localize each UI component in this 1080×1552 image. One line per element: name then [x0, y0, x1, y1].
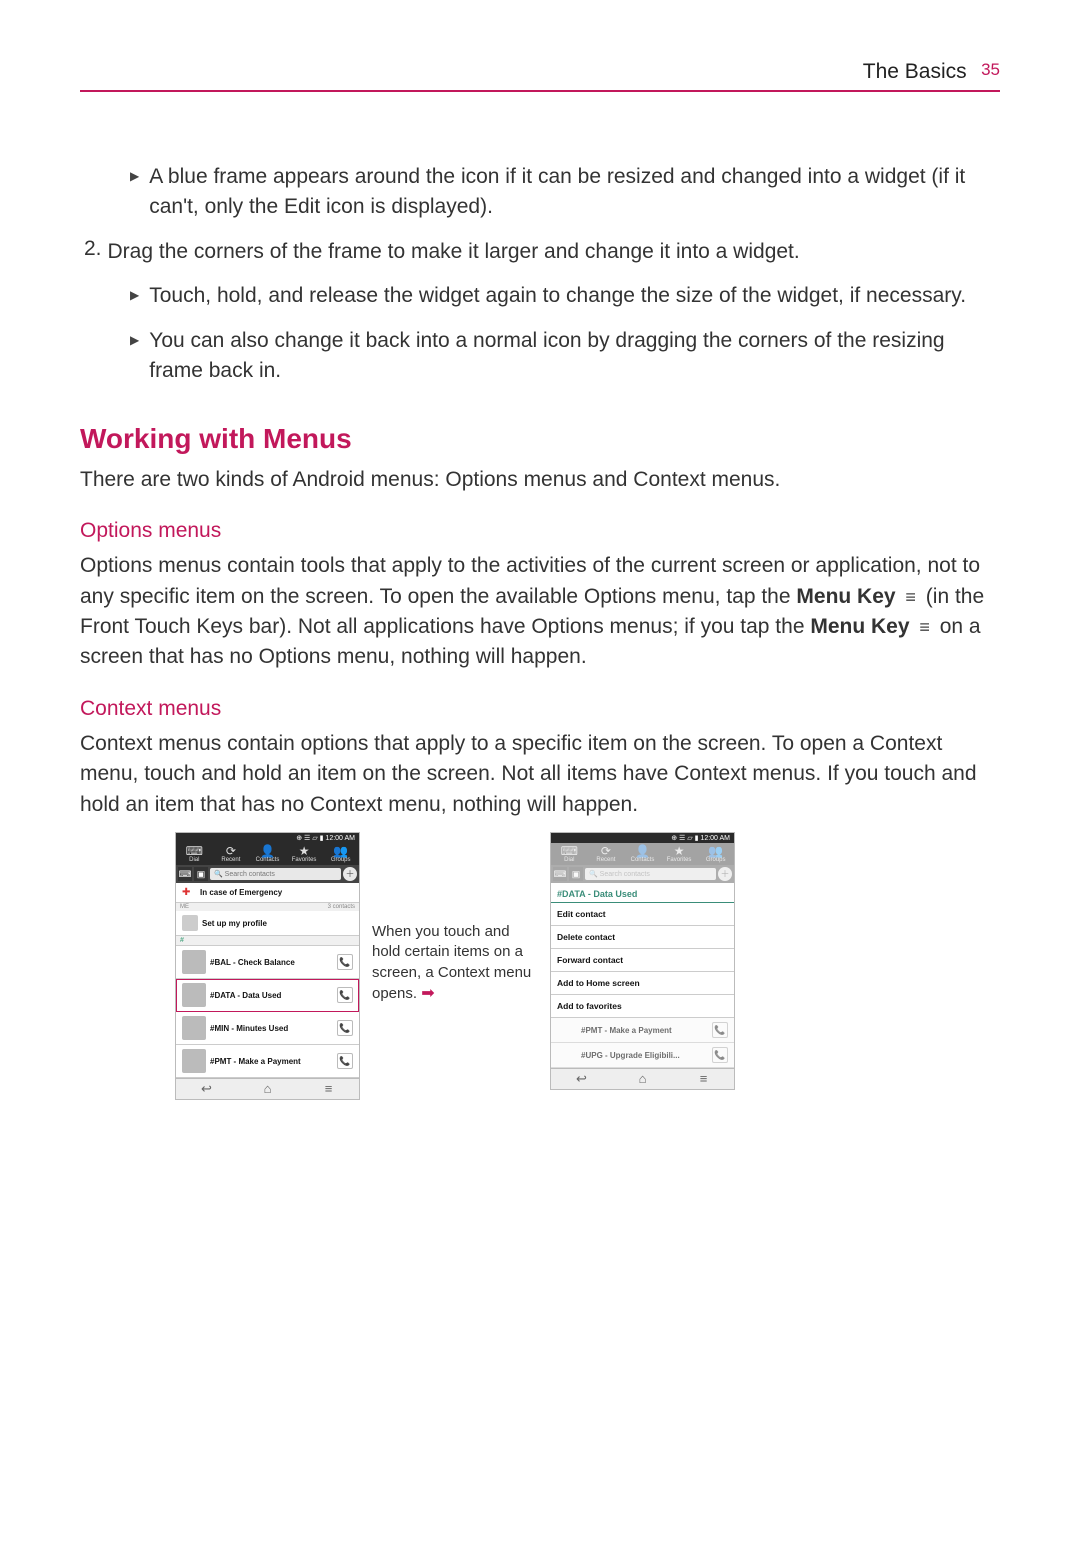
nav-bar: ↩ ⌂ ≡	[551, 1068, 734, 1089]
phone-tabs: ⌨Dial ⟳Recent 👤Contacts ★Favorites 👥Grou…	[551, 843, 734, 865]
triangle-bullet-icon: ▶	[130, 333, 139, 347]
context-menu-item[interactable]: Add to favorites	[551, 995, 734, 1018]
context-menu-item[interactable]: Add to Home screen	[551, 972, 734, 995]
dialpad-icon[interactable]: ⌨	[178, 867, 192, 881]
avatar	[182, 950, 206, 974]
contacts-icon: 👤	[249, 845, 286, 857]
contact-row[interactable]: #PMT - Make a Payment 📞	[176, 1045, 359, 1078]
status-icons: ⊕ ☰ ▱ ▮	[296, 835, 323, 842]
emergency-row[interactable]: ✚ In case of Emergency	[176, 883, 359, 903]
tab-favorites[interactable]: ★Favorites	[286, 843, 323, 865]
nav-bar: ↩ ⌂ ≡	[176, 1078, 359, 1099]
search-row: ⌨ ▣ 🔍 Search contacts ＋	[176, 865, 359, 883]
contact-row[interactable]: #BAL - Check Balance 📞	[176, 946, 359, 979]
setup-profile-row[interactable]: Set up my profile	[176, 911, 359, 936]
page-header: The Basics 35	[80, 60, 1000, 92]
step-number: 2.	[84, 237, 102, 261]
back-button[interactable]: ↩	[551, 1069, 612, 1089]
contact-row-highlighted[interactable]: #DATA - Data Used 📞	[176, 979, 359, 1012]
dial-icon: ⌨	[176, 845, 213, 857]
status-bar: ⊕ ☰ ▱ ▮ 12:00 AM	[176, 833, 359, 843]
bullet-text: A blue frame appears around the icon if …	[149, 162, 1000, 223]
context-menu-item[interactable]: Forward contact	[551, 949, 734, 972]
alpha-header: #	[176, 936, 359, 946]
status-time: 12:00 AM	[700, 835, 730, 842]
page-content: ▶ A blue frame appears around the icon i…	[80, 162, 1000, 1100]
menu-button[interactable]: ≡	[298, 1079, 359, 1099]
star-icon: ★	[286, 845, 323, 857]
numbered-step: 2. Drag the corners of the frame to make…	[80, 237, 1000, 267]
status-bar: ⊕ ☰ ▱ ▮ 12:00 AM	[551, 833, 734, 843]
phone-tabs: ⌨Dial ⟳Recent 👤Contacts ★Favorites 👥Grou…	[176, 843, 359, 865]
avatar	[182, 983, 206, 1007]
voice-icon[interactable]: ▣	[194, 867, 208, 881]
page-number: 35	[981, 60, 1000, 79]
subsection-heading-context: Context menus	[80, 697, 1000, 721]
context-body: Context menus contain options that apply…	[80, 729, 1000, 820]
step-text: Drag the corners of the frame to make it…	[108, 237, 800, 267]
contact-row[interactable]: #MIN - Minutes Used 📞	[176, 1012, 359, 1045]
avatar	[182, 915, 198, 931]
tab-recent[interactable]: ⟳Recent	[213, 843, 250, 865]
tab-dial[interactable]: ⌨Dial	[176, 843, 213, 865]
back-button[interactable]: ↩	[176, 1079, 237, 1099]
phone-icon[interactable]: 📞	[337, 987, 353, 1003]
recent-icon: ⟳	[213, 845, 250, 857]
phone-icon[interactable]: 📞	[337, 954, 353, 970]
section-intro: There are two kinds of Android menus: Op…	[80, 465, 1000, 495]
menu-key-label: Menu Key	[810, 615, 909, 638]
contact-row: #UPG - Upgrade Eligibili... 📞	[551, 1043, 734, 1068]
add-contact-icon[interactable]: ＋	[343, 867, 357, 881]
avatar	[182, 1049, 206, 1073]
context-menu-item[interactable]: Delete contact	[551, 926, 734, 949]
bullet-item: ▶ You can also change it back into a nor…	[80, 326, 1000, 387]
home-button[interactable]: ⌂	[612, 1069, 673, 1089]
avatar	[182, 1016, 206, 1040]
figure-callout: When you touch and hold certain items on…	[360, 832, 550, 1004]
menu-button[interactable]: ≡	[673, 1069, 734, 1089]
status-time: 12:00 AM	[325, 835, 355, 842]
context-menu: #DATA - Data Used Edit contact Delete co…	[551, 883, 734, 1018]
tab-groups[interactable]: 👥Groups	[322, 843, 359, 865]
phone-screenshot-contacts: ⊕ ☰ ▱ ▮ 12:00 AM ⌨Dial ⟳Recent 👤Contacts…	[175, 832, 360, 1100]
search-input[interactable]: 🔍 Search contacts	[210, 868, 341, 880]
phone-screenshot-context-menu: ⊕ ☰ ▱ ▮ 12:00 AM ⌨Dial ⟳Recent 👤Contacts…	[550, 832, 735, 1090]
bullet-item: ▶ A blue frame appears around the icon i…	[80, 162, 1000, 223]
groups-icon: 👥	[322, 845, 359, 857]
context-menu-title: #DATA - Data Used	[551, 883, 734, 903]
bullet-item: ▶ Touch, hold, and release the widget ag…	[80, 281, 1000, 311]
screenshot-figure-row: ⊕ ☰ ▱ ▮ 12:00 AM ⌨Dial ⟳Recent 👤Contacts…	[80, 832, 1000, 1100]
phone-icon: 📞	[712, 1047, 728, 1063]
section-heading: Working with Menus	[80, 423, 1000, 455]
context-menu-item[interactable]: Edit contact	[551, 903, 734, 926]
menu-key-icon: ≡	[901, 584, 920, 610]
status-icons: ⊕ ☰ ▱ ▮	[671, 835, 698, 842]
subsection-heading-options: Options menus	[80, 519, 1000, 543]
tab-contacts[interactable]: 👤Contacts	[249, 843, 286, 865]
contact-row: #PMT - Make a Payment 📞	[551, 1018, 734, 1043]
chapter-title: The Basics	[863, 60, 967, 83]
options-body: Options menus contain tools that apply t…	[80, 551, 1000, 673]
phone-icon[interactable]: 📞	[337, 1020, 353, 1036]
search-row: ⌨ ▣ 🔍 Search contacts ＋	[551, 865, 734, 883]
triangle-bullet-icon: ▶	[130, 288, 139, 302]
me-section: ME 3 contacts	[176, 903, 359, 911]
phone-icon[interactable]: 📞	[337, 1053, 353, 1069]
phone-icon: 📞	[712, 1022, 728, 1038]
menu-key-icon: ≡	[915, 614, 934, 640]
arrow-right-icon: ➡	[421, 985, 434, 1002]
menu-key-label: Menu Key	[796, 585, 895, 608]
bullet-text: Touch, hold, and release the widget agai…	[149, 281, 966, 311]
emergency-icon: ✚	[182, 887, 196, 898]
home-button[interactable]: ⌂	[237, 1079, 298, 1099]
triangle-bullet-icon: ▶	[130, 169, 139, 183]
bullet-text: You can also change it back into a norma…	[149, 326, 1000, 387]
